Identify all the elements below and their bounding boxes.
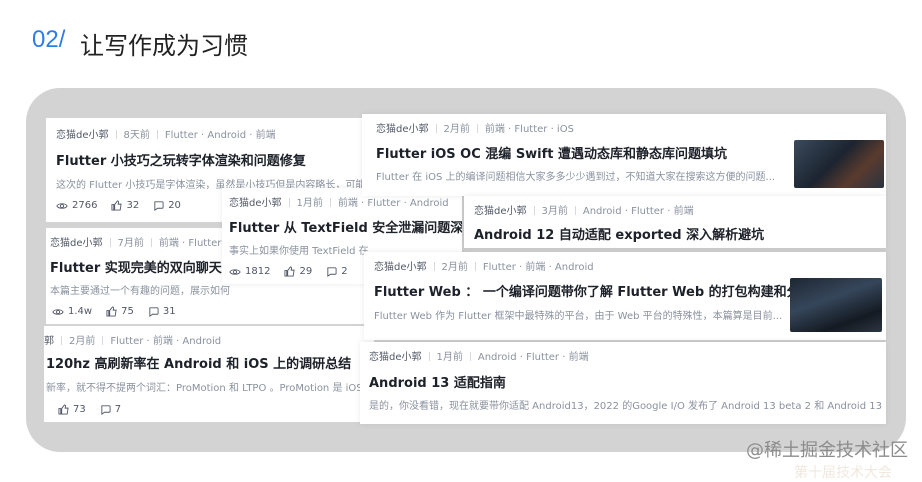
like-count: 32 [126, 200, 140, 211]
post-time: 1月前 [436, 352, 463, 363]
tag-list[interactable]: Flutter · 前端 · Android [110, 336, 221, 347]
article-desc: 本篇主要通过一个有趣的问题，展示如何 [50, 286, 230, 297]
eye-icon [229, 267, 241, 277]
slide-number: 02/ [32, 26, 66, 53]
post-time: 2月前 [441, 262, 468, 273]
article-thumbnail[interactable] [794, 140, 884, 188]
article-title[interactable]: Flutter iOS OC 混编 Swift 遭遇动态库和静态库问题填坑 [376, 143, 727, 162]
view-count: 1.4w [68, 306, 93, 317]
article-title[interactable]: Android 13 适配指南 [369, 372, 506, 391]
author-name[interactable]: 恋猫de小郭 [369, 352, 422, 363]
article-stats: 2766 32 20 [56, 200, 181, 211]
post-time: 3月前 [541, 206, 568, 217]
article-stats: 1.4w 75 31 [52, 306, 176, 317]
article-title[interactable]: 120hz 高刷新率在 Android 和 iOS 上的调研总结 [46, 353, 351, 372]
card-meta: 恋猫de小郭 7月前 前端 · Flutter [50, 234, 221, 249]
article-card-ios-swift[interactable]: 恋猫de小郭 2月前 前端 · Flutter · iOS Flutter iOS … [362, 114, 886, 196]
tag-list[interactable]: Flutter · Android · 前端 [165, 130, 276, 141]
article-desc: Flutter Web 作为 Flutter 框架中最特殊的平台，由于 Web … [374, 311, 783, 322]
article-title[interactable]: Flutter Web ： 一个编译问题带你了解 Flutter Web 的打包… [374, 281, 827, 300]
view-count: 2766 [72, 200, 98, 211]
card-meta: 恋猫de小郭 2月前 前端 · Flutter · iOS [376, 120, 574, 135]
post-time: 1月前 [296, 198, 323, 209]
tag-list[interactable]: 前端 · Flutter · Android [338, 198, 449, 209]
author-name[interactable]: 恋猫de小郭 [56, 130, 109, 141]
comment-icon[interactable] [148, 306, 159, 317]
author-name[interactable]: 郭 [44, 336, 54, 347]
tag-list[interactable]: Flutter · 前端 · Android [483, 262, 594, 273]
post-time: 2月前 [443, 124, 470, 135]
comment-count: 20 [168, 200, 181, 211]
article-card-120hz[interactable]: 郭 2月前 Flutter · 前端 · Android 120hz 高刷新率在 A… [44, 326, 374, 422]
card-meta: 恋猫de小郭 1月前 前端 · Flutter · Android [229, 194, 449, 209]
tag-list[interactable]: 前端 · Flutter [159, 238, 222, 249]
article-card-android13[interactable]: 恋猫de小郭 1月前 Android · Flutter · 前端 Android … [360, 342, 886, 424]
tag-list[interactable]: Android · Flutter · 前端 [478, 352, 589, 363]
tag-list[interactable]: Android · Flutter · 前端 [583, 206, 694, 217]
comment-count: 2 [341, 266, 348, 277]
comment-icon[interactable] [326, 266, 337, 277]
article-title[interactable]: Flutter 小技巧之玩转字体渲染和问题修复 [56, 150, 306, 169]
article-desc: Flutter 在 iOS 上的编译问题相信大家多多少少遇到过，不知道大家在搜索… [376, 172, 776, 183]
eye-icon [52, 307, 64, 317]
article-stats: 1812 29 2 [229, 266, 348, 277]
card-meta: 恋猫de小郭 3月前 Android · Flutter · 前端 [474, 202, 694, 217]
card-meta: 恋猫de小郭 8天前 Flutter · Android · 前端 [56, 126, 276, 141]
thumbs-up-icon[interactable] [111, 200, 123, 211]
author-name[interactable]: 恋猫de小郭 [474, 206, 527, 217]
like-count: 75 [121, 306, 134, 317]
post-time: 8天前 [123, 130, 150, 141]
article-thumbnail[interactable] [790, 278, 882, 332]
background-ghost-text: 第十届技术大会 [794, 465, 892, 481]
thumbs-up-icon[interactable] [58, 404, 69, 415]
article-title[interactable]: Flutter 从 TextField 安全泄漏问题深入探索 [229, 217, 462, 236]
thumbs-up-icon[interactable] [284, 266, 296, 277]
article-desc: 新率，就不得不提两个词汇：ProMotion 和 LTPO 。ProMotion… [46, 383, 363, 394]
like-count: 73 [73, 404, 86, 415]
article-card-android12[interactable]: 恋猫de小郭 3月前 Android · Flutter · 前端 Android … [464, 196, 886, 248]
comment-count: 31 [162, 306, 176, 317]
post-time: 2月前 [69, 336, 96, 347]
article-desc: 是的，你没看错，现在就要带你适配 Android13，2022 的Google … [369, 401, 883, 412]
comment-count: 7 [114, 404, 122, 415]
like-count: 29 [299, 266, 313, 277]
article-title[interactable]: Flutter 实现完美的双向聊天列 [50, 257, 235, 276]
watermark: @稀土掘金技术社区 [746, 440, 908, 461]
card-meta: 郭 2月前 Flutter · 前端 · Android [44, 332, 221, 347]
article-stats: 73 7 [58, 404, 121, 415]
tag-list[interactable]: 前端 · Flutter · iOS [485, 124, 574, 135]
article-title[interactable]: Android 12 自动适配 exported 深入解析避坑 [474, 224, 764, 243]
author-name[interactable]: 恋猫de小郭 [50, 238, 103, 249]
card-meta: 恋猫de小郭 2月前 Flutter · 前端 · Android [374, 258, 594, 273]
comment-icon[interactable] [100, 404, 111, 415]
slide-title: 让写作成为习惯 [80, 32, 248, 60]
author-name[interactable]: 恋猫de小郭 [374, 262, 427, 273]
eye-icon [56, 201, 68, 211]
comment-icon[interactable] [153, 200, 164, 211]
author-name[interactable]: 恋猫de小郭 [376, 124, 429, 135]
thumbs-up-icon[interactable] [106, 306, 117, 317]
card-meta: 恋猫de小郭 1月前 Android · Flutter · 前端 [369, 348, 589, 363]
article-card-flutter-web[interactable]: 恋猫de小郭 2月前 Flutter · 前端 · Android Flutter … [364, 252, 886, 340]
view-count: 1812 [245, 266, 271, 277]
author-name[interactable]: 恋猫de小郭 [229, 198, 282, 209]
post-time: 7月前 [117, 238, 144, 249]
